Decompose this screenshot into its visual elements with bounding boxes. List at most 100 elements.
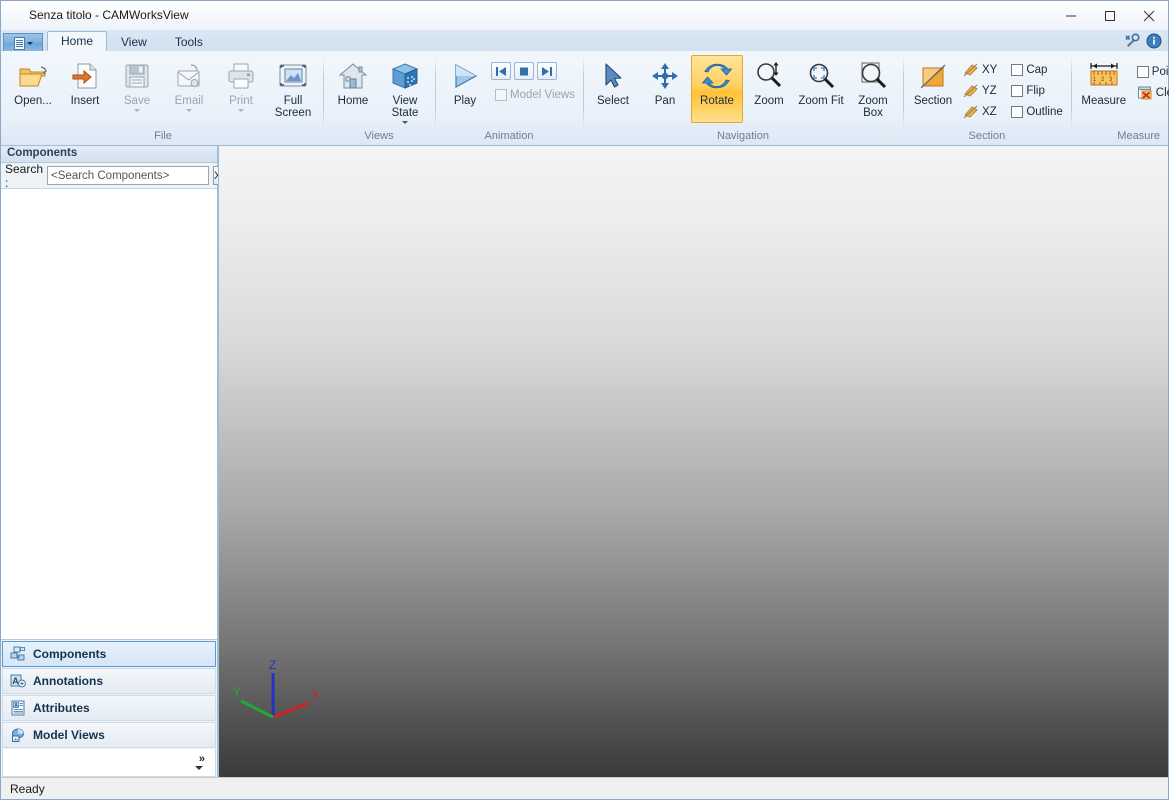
model-views-checkbox[interactable]: Model Views	[491, 85, 579, 104]
sidebar-item-components-label: Components	[33, 647, 107, 661]
full-screen-button[interactable]: Full Screen	[267, 55, 319, 123]
section-yz-icon	[963, 84, 978, 97]
tab-strip-actions	[1124, 33, 1162, 49]
section-xy-button[interactable]: XY	[959, 60, 1001, 79]
components-sidebar: Components Search : X	[1, 146, 223, 777]
section-outline-checkbox[interactable]: Outline	[1007, 102, 1066, 121]
section-xz-button[interactable]: XZ	[959, 102, 1001, 121]
email-button[interactable]: Email	[163, 55, 215, 123]
last-frame-icon	[542, 66, 552, 76]
axis-x-label: X	[311, 688, 319, 702]
model-views-icon	[12, 728, 24, 742]
ribbon-group-section-label: Section	[968, 130, 1006, 142]
select-tool-label: Select	[597, 95, 629, 107]
axis-z-label: Z	[269, 658, 276, 672]
section-outline-label: Outline	[1026, 105, 1063, 118]
close-icon	[1143, 10, 1154, 21]
measure-options: Point Clear All	[1133, 55, 1169, 102]
measure-clear-all-button[interactable]: Clear All	[1133, 83, 1169, 102]
section-cap-label: Cap	[1026, 63, 1048, 76]
home-house-icon	[338, 63, 368, 89]
components-tree[interactable]	[1, 189, 217, 640]
view-state-button[interactable]: View State	[379, 55, 431, 125]
close-button[interactable]	[1129, 1, 1168, 30]
insert-button[interactable]: Insert	[59, 55, 111, 123]
first-frame-icon	[496, 66, 506, 76]
full-screen-icon	[279, 64, 307, 87]
tab-home[interactable]: Home	[47, 31, 108, 51]
pan-tool-button[interactable]: Pan	[639, 55, 691, 123]
full-screen-button-label: Full Screen	[274, 95, 312, 119]
panel-navigation-list: Components A Annotations A Attributes Mo…	[1, 640, 217, 777]
3d-viewport[interactable]: Z X Y	[218, 146, 1168, 777]
measure-point-label: Point	[1151, 65, 1169, 78]
save-button[interactable]: Save	[111, 55, 163, 123]
measure-button-label: Measure	[1081, 95, 1127, 107]
section-xy-icon	[963, 63, 978, 76]
open-button-label: Open...	[14, 95, 52, 107]
animation-stop-button[interactable]	[514, 62, 534, 80]
sidebar-item-model-views[interactable]: Model Views	[2, 722, 216, 748]
save-floppy-icon	[125, 64, 149, 88]
search-input[interactable]	[47, 166, 210, 185]
pan-move-icon	[652, 63, 678, 89]
print-button[interactable]: Print	[215, 55, 267, 123]
application-menu-button[interactable]	[3, 33, 43, 52]
measure-button[interactable]: 123 Measure	[1075, 55, 1133, 123]
chevron-down-icon	[26, 41, 33, 45]
svg-text:A: A	[12, 676, 19, 686]
zoom-box-button[interactable]: Zoom Box	[847, 55, 899, 123]
tab-view[interactable]: View	[107, 31, 161, 51]
ribbon-group-navigation: Select Pan Rotate Zoom Zoom Fit Zoom Box…	[583, 51, 903, 145]
section-xz-label: XZ	[982, 105, 997, 118]
printer-icon	[228, 63, 254, 89]
tab-view-label: View	[121, 34, 147, 49]
animation-last-button[interactable]	[537, 62, 557, 80]
view-state-cube-icon	[391, 63, 419, 89]
sidebar-item-annotations-label: Annotations	[33, 674, 103, 688]
sidebar-item-attributes-label: Attributes	[33, 701, 90, 715]
measure-point-checkbox[interactable]: Point	[1133, 62, 1169, 81]
tab-tools[interactable]: Tools	[161, 31, 217, 51]
rotate-tool-button[interactable]: Rotate	[691, 55, 743, 123]
attributes-icon: A	[11, 700, 25, 716]
panel-overflow-button[interactable]: »	[2, 749, 216, 777]
zoom-tool-button[interactable]: Zoom	[743, 55, 795, 123]
ribbon: Open... Insert Save Email Print Full Scr…	[1, 51, 1169, 146]
email-button-label: Email	[174, 95, 204, 107]
home-view-button[interactable]: Home	[327, 55, 379, 123]
tab-tools-label: Tools	[174, 34, 203, 49]
tools-icon[interactable]	[1124, 33, 1140, 49]
sidebar-item-annotations[interactable]: A Annotations	[2, 668, 216, 694]
section-button-label: Section	[913, 95, 953, 107]
main-area: Components Search : X	[1, 146, 1168, 777]
cursor-arrow-icon	[605, 63, 622, 88]
section-cap-checkbox[interactable]: Cap	[1007, 60, 1066, 79]
zoom-fit-button[interactable]: Zoom Fit	[795, 55, 847, 123]
section-yz-button[interactable]: YZ	[959, 81, 1001, 100]
view-state-button-label: View State	[391, 95, 419, 119]
sidebar-item-components[interactable]: Components	[2, 641, 216, 667]
chevron-down-icon	[134, 109, 140, 112]
maximize-button[interactable]	[1090, 1, 1129, 30]
sidebar-item-attributes[interactable]: A Attributes	[2, 695, 216, 721]
measure-ruler-icon: 123	[1090, 63, 1118, 86]
checkbox-box	[1136, 65, 1149, 78]
window-controls	[1051, 1, 1168, 30]
section-button[interactable]: Section	[907, 55, 959, 123]
chevron-down-icon	[402, 121, 408, 124]
ribbon-group-views-label: Views	[364, 130, 394, 142]
open-button[interactable]: Open...	[7, 55, 59, 123]
select-tool-button[interactable]: Select	[587, 55, 639, 123]
animation-first-button[interactable]	[491, 62, 511, 80]
pan-tool-label: Pan	[654, 95, 676, 107]
minimize-button[interactable]	[1051, 1, 1090, 30]
section-flip-checkbox[interactable]: Flip	[1007, 81, 1066, 100]
zoom-tool-label: Zoom	[754, 95, 784, 107]
search-label: Search :	[5, 161, 44, 190]
info-icon[interactable]	[1146, 33, 1162, 49]
zoom-magnifier-icon	[757, 62, 782, 88]
insert-document-icon	[72, 63, 97, 89]
play-button[interactable]: Play	[439, 55, 491, 123]
section-xz-icon	[963, 105, 978, 118]
